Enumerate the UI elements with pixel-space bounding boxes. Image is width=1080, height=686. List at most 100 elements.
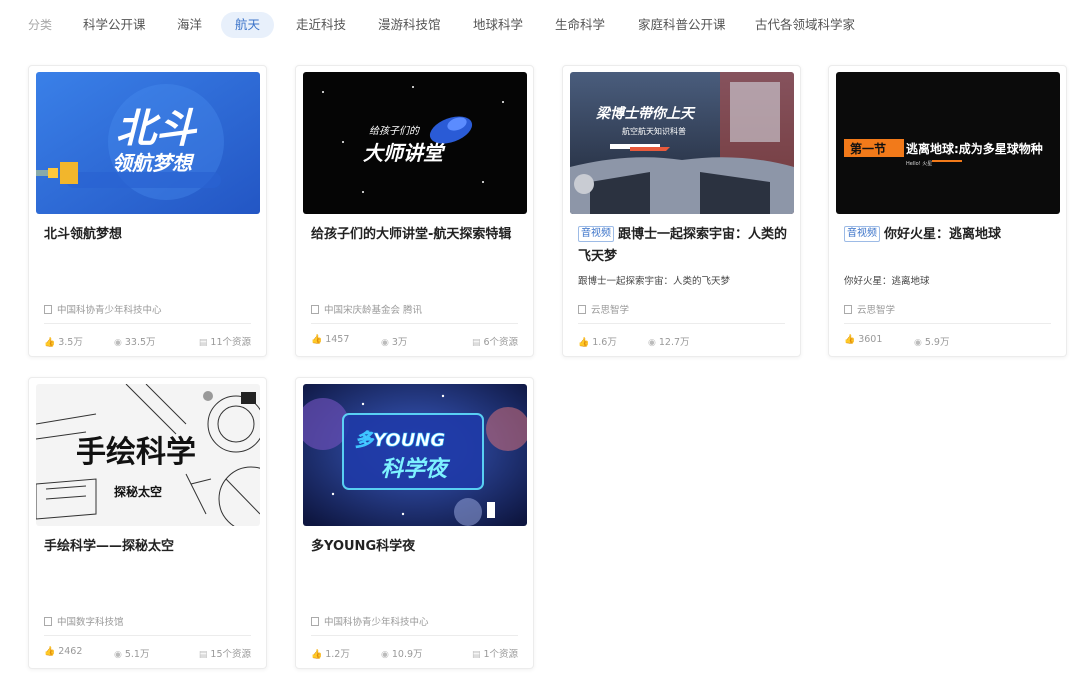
eye-icon: ◉ <box>381 338 389 348</box>
course-stats: 👍 3.5万 ◉ 33.5万 ▤ 11个资源 <box>44 334 251 348</box>
resources-count: ▤ 6个资源 <box>471 337 518 348</box>
file-icon: ▤ <box>471 650 481 660</box>
category-tab-museum[interactable]: 漫游科技馆 <box>378 12 441 38</box>
thumb-up-icon: 👍 <box>311 335 323 345</box>
document-icon <box>311 617 319 626</box>
category-tab-family[interactable]: 家庭科普公开课 <box>638 12 726 38</box>
category-tab-ocean[interactable]: 海洋 <box>177 12 202 38</box>
thumb-title: 北斗 <box>116 106 198 152</box>
views-count: ◉ 33.5万 <box>114 337 156 348</box>
category-tab-life-science[interactable]: 生命科学 <box>555 12 605 38</box>
category-tab-earth-science[interactable]: 地球科学 <box>473 12 523 38</box>
course-source: 中国科协青少年科技中心 <box>44 302 162 316</box>
course-stats: 👍 1.6万 ◉ 12.7万 <box>578 334 785 348</box>
thumb-subtitle: 科学夜 <box>381 456 451 482</box>
eye-icon: ◉ <box>114 650 122 660</box>
file-icon: ▤ <box>198 338 208 348</box>
divider <box>44 635 251 636</box>
category-tab-science-open-class[interactable]: 科学公开课 <box>83 12 146 38</box>
course-title[interactable]: 音视频 跟博士一起探索宇宙：人类的飞天梦 <box>578 224 788 268</box>
resources-count: ▤ 15个资源 <box>198 649 251 660</box>
eye-icon: ◉ <box>114 338 122 348</box>
course-stats: 👍 1457 ◉ 3万 ▤ 6个资源 <box>311 334 518 348</box>
thumb-up-icon: 👍 <box>844 335 856 345</box>
likes-count: 👍 1.6万 <box>578 337 617 348</box>
thumb-title: 手绘科学 <box>76 435 196 470</box>
file-icon: ▤ <box>471 338 481 348</box>
thumb-subtitle: 领航梦想 <box>112 151 195 175</box>
category-tab-aerospace[interactable]: 航天 <box>221 12 275 38</box>
course-source: 中国宋庆龄基金会 腾讯 <box>311 302 422 316</box>
resources-count: ▤ 1个资源 <box>471 649 518 660</box>
course-source: 中国数字科技馆 <box>44 614 124 628</box>
course-card[interactable]: 第一节 逃离地球:成为多星球物种 Hello! 火星 音视频 你好火星：逃离地球 … <box>828 65 1067 357</box>
thumb-title: 多YOUNG <box>355 430 445 451</box>
divider <box>44 323 251 324</box>
course-subtitle: 你好火星：逃离地球 <box>844 276 930 287</box>
views-count: ◉ 10.9万 <box>381 649 423 660</box>
course-card[interactable]: 梁博士带你上天 航空航天知识科普 音视频 跟博士一起探索宇宙：人类的飞天梦 跟博士… <box>562 65 801 357</box>
media-tag: 音视频 <box>578 226 614 242</box>
category-label: 分类 <box>28 18 53 32</box>
category-tab-tech[interactable]: 走近科技 <box>296 12 346 38</box>
category-tab-ancient-scientists[interactable]: 古代各领域科学家 <box>755 12 855 38</box>
document-icon <box>44 305 52 314</box>
course-stats: 👍 3601 ◉ 5.9万 <box>844 334 1051 348</box>
thumb-title: 梁博士带你上天 <box>595 105 696 122</box>
document-icon <box>44 617 52 626</box>
document-icon <box>311 305 319 314</box>
course-thumbnail[interactable]: 手绘科学 探秘太空 <box>36 384 260 526</box>
document-icon <box>578 305 586 314</box>
course-title[interactable]: 给孩子们的大师讲堂-航天探索特辑 <box>311 224 521 246</box>
course-source: 云思智学 <box>844 302 895 316</box>
thumb-subtitle: 给孩子们的 <box>369 125 420 137</box>
views-count: ◉ 3万 <box>381 337 408 348</box>
likes-count: 👍 3.5万 <box>44 337 83 348</box>
course-title[interactable]: 音视频 你好火星：逃离地球 <box>844 224 1054 246</box>
divider <box>311 635 518 636</box>
likes-count: 👍 1.2万 <box>311 649 350 660</box>
course-card[interactable]: 多YOUNG 科学夜 多YOUNG科学夜 中国科协青少年科技中心 👍 1.2万 ◉… <box>295 377 534 669</box>
thumb-subtitle: 第一节 <box>850 141 886 156</box>
likes-count: 👍 1457 <box>311 334 350 345</box>
course-thumbnail[interactable]: 北斗 领航梦想 <box>36 72 260 214</box>
course-thumbnail[interactable]: 给孩子们的 大师讲堂 <box>303 72 527 214</box>
eye-icon: ◉ <box>914 338 922 348</box>
course-card[interactable]: 手绘科学 探秘太空 手绘科学——探秘太空 中国数字科技馆 👍 2462 ◉ 5.1万… <box>28 377 267 669</box>
divider <box>311 323 518 324</box>
course-thumbnail[interactable]: 梁博士带你上天 航空航天知识科普 <box>570 72 794 214</box>
thumb-subtitle: 航空航天知识科普 <box>622 126 686 136</box>
course-source: 云思智学 <box>578 302 629 316</box>
views-count: ◉ 5.1万 <box>114 649 150 660</box>
course-card[interactable]: 北斗 领航梦想 北斗领航梦想 中国科协青少年科技中心 👍 3.5万 ◉ 33.5万 … <box>28 65 267 357</box>
thumb-small-text: Hello! 火星 <box>906 161 932 167</box>
course-stats: 👍 2462 ◉ 5.1万 ▤ 15个资源 <box>44 646 251 660</box>
category-bar: 分类 科学公开课 海洋 航天 走近科技 漫游科技馆 地球科学 生命科学 家庭科普… <box>0 8 1080 40</box>
thumb-up-icon: 👍 <box>44 647 56 657</box>
divider <box>844 323 1051 324</box>
likes-count: 👍 2462 <box>44 646 83 657</box>
thumb-subtitle: 探秘太空 <box>114 484 162 499</box>
thumb-up-icon: 👍 <box>578 338 590 348</box>
media-tag: 音视频 <box>844 226 880 242</box>
course-source: 中国科协青少年科技中心 <box>311 614 429 628</box>
thumb-title: 逃离地球:成为多星球物种 <box>906 141 1043 156</box>
views-count: ◉ 12.7万 <box>648 337 690 348</box>
course-title[interactable]: 手绘科学——探秘太空 <box>44 536 254 558</box>
course-thumbnail[interactable]: 第一节 逃离地球:成为多星球物种 Hello! 火星 <box>836 72 1060 214</box>
thumb-up-icon: 👍 <box>44 338 56 348</box>
document-icon <box>844 305 852 314</box>
resources-count: ▤ 11个资源 <box>198 337 251 348</box>
course-title[interactable]: 北斗领航梦想 <box>44 224 254 246</box>
eye-icon: ◉ <box>648 338 656 348</box>
course-thumbnail[interactable]: 多YOUNG 科学夜 <box>303 384 527 526</box>
likes-count: 👍 3601 <box>844 334 883 345</box>
eye-icon: ◉ <box>381 650 389 660</box>
course-subtitle: 跟博士一起探索宇宙：人类的飞天梦 <box>578 276 731 287</box>
thumb-title: 大师讲堂 <box>363 141 446 165</box>
course-title[interactable]: 多YOUNG科学夜 <box>311 536 521 558</box>
file-icon: ▤ <box>198 650 208 660</box>
course-stats: 👍 1.2万 ◉ 10.9万 ▤ 1个资源 <box>311 646 518 660</box>
course-card[interactable]: 给孩子们的 大师讲堂 给孩子们的大师讲堂-航天探索特辑 中国宋庆龄基金会 腾讯 … <box>295 65 534 357</box>
views-count: ◉ 5.9万 <box>914 337 950 348</box>
